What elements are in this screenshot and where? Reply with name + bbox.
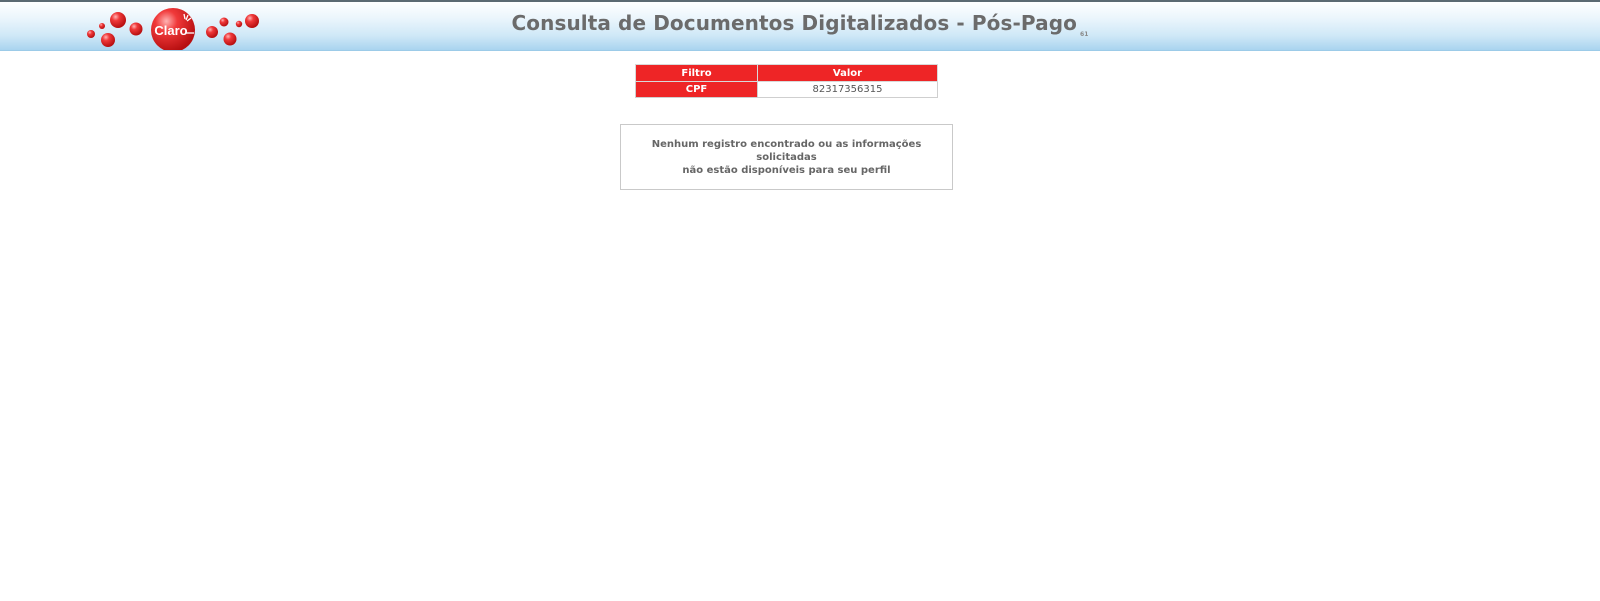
page-title: Consulta de Documentos Digitalizados - P… — [0, 11, 1600, 38]
table-row: CPF 82317356315 — [635, 81, 938, 98]
no-results-message: Nenhum registro encontrado ou as informa… — [620, 124, 953, 190]
filter-table: Filtro Valor CPF 82317356315 — [635, 64, 938, 98]
message-line-2: não estão disponíveis para seu perfil — [682, 164, 891, 176]
filter-key-cell: CPF — [635, 81, 758, 98]
column-header-filtro: Filtro — [635, 64, 758, 82]
no-results-text: Nenhum registro encontrado ou as informa… — [629, 138, 944, 177]
filter-value-cell: 82317356315 — [757, 81, 938, 98]
page-header: Claro Consulta de Documentos Digitalizad… — [0, 0, 1600, 51]
column-header-valor: Valor — [757, 64, 938, 82]
page-title-text: Consulta de Documentos Digitalizados - P… — [511, 11, 1077, 35]
filter-table-header-row: Filtro Valor — [635, 64, 938, 82]
message-line-1: Nenhum registro encontrado ou as informa… — [651, 138, 922, 163]
page-title-suffix: 61 — [1079, 31, 1089, 38]
